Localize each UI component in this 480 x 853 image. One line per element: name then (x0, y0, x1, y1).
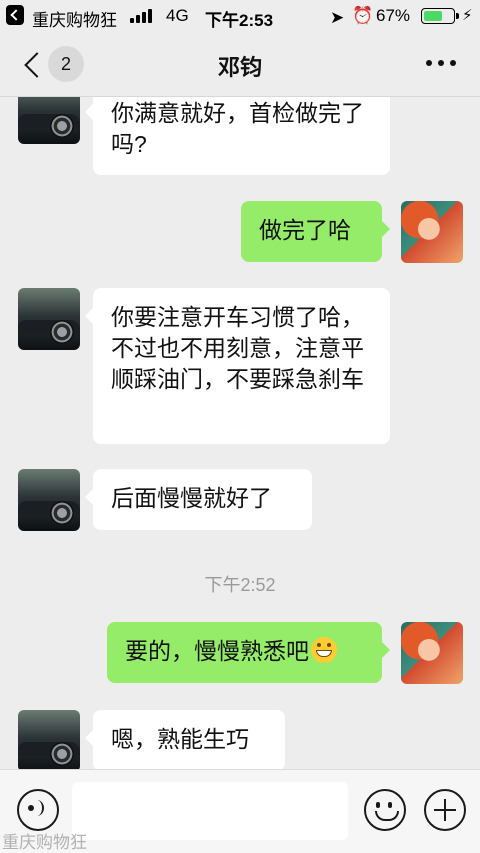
message-text: 要的，慢慢熟悉吧 (125, 638, 309, 664)
battery-icon (421, 8, 459, 24)
contact-avatar[interactable] (18, 288, 80, 350)
my-avatar[interactable] (401, 201, 463, 263)
message-bubble-incoming[interactable]: 你满意就好，首检做完了吗? (85, 97, 390, 175)
my-avatar[interactable] (401, 622, 463, 684)
contact-avatar[interactable] (18, 469, 80, 531)
message-bubble-outgoing[interactable]: 做完了哈 (241, 201, 390, 262)
charging-icon: ⚡ (462, 7, 473, 24)
signal-icon (130, 9, 154, 23)
more-options-icon[interactable] (426, 60, 458, 68)
input-bar: 重庆购物狂 (0, 769, 480, 853)
grinning-face-emoji-icon (311, 637, 337, 663)
chat-title: 邓钧 (217, 55, 262, 80)
carrier-name: 重庆购物狂 (32, 11, 117, 30)
message-bubble-incoming[interactable]: 后面慢慢就好了 (85, 469, 312, 530)
contact-avatar[interactable] (18, 97, 80, 144)
voice-input-icon[interactable] (17, 789, 59, 831)
alarm-icon: ⏰ (352, 6, 374, 25)
message-bubble-outgoing[interactable]: 要的，慢慢熟悉吧 (107, 622, 390, 683)
status-time: 下午2:53 (205, 11, 274, 30)
message-bubble-incoming[interactable]: 你要注意开车习惯了哈，不过也不用刻意，注意平顺踩油门，不要踩急刹车 (85, 288, 390, 444)
chat-header: 2 邓钧 (0, 32, 480, 97)
message-list[interactable]: 你满意就好，首检做完了吗? 做完了哈 你要注意开车习惯了哈，不过也不用刻意，注意… (0, 97, 480, 769)
location-icon: ➤ (330, 8, 345, 27)
watermark: 重庆购物狂 (2, 833, 87, 852)
add-attachment-icon[interactable] (424, 789, 466, 831)
emoji-picker-icon[interactable] (364, 789, 406, 831)
back-to-app-icon[interactable] (6, 5, 24, 25)
status-bar: 重庆购物狂 4G 下午2:53 ➤ ⏰ 67% ⚡ (0, 0, 480, 32)
message-timestamp: 下午2:52 (204, 575, 276, 595)
battery-percent: 67% (376, 6, 411, 25)
message-bubble-incoming[interactable]: 嗯，熟能生巧 (85, 710, 285, 769)
network-type: 4G (166, 6, 189, 25)
contact-avatar[interactable] (18, 710, 80, 769)
message-input[interactable] (72, 782, 348, 840)
